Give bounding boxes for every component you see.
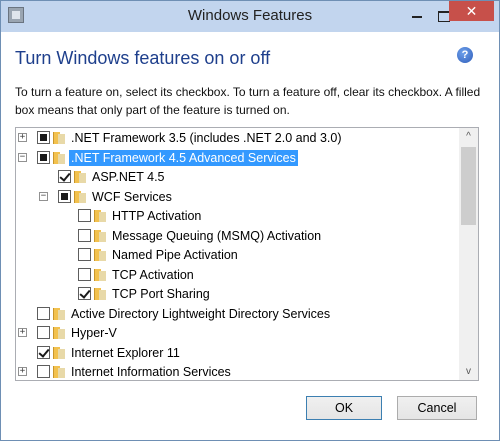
feature-row[interactable]: − WCF Services (16, 188, 459, 207)
folder-icon (94, 210, 107, 222)
feature-label[interactable]: Internet Explorer 11 (69, 345, 182, 361)
feature-label[interactable]: ASP.NET 4.5 (90, 169, 167, 185)
feature-label[interactable]: .NET Framework 3.5 (includes .NET 2.0 an… (69, 130, 343, 146)
folder-icon (53, 151, 66, 164)
close-button[interactable]: ✕ (449, 1, 494, 21)
folder-icon (53, 327, 66, 339)
feature-checkbox[interactable] (78, 287, 91, 300)
feature-label[interactable]: Internet Information Services (69, 364, 233, 380)
feature-row[interactable]: − .NET Framework 4.5 Advanced Services (16, 149, 459, 168)
scroll-down-icon[interactable]: v (459, 363, 478, 380)
feature-row[interactable]: + .NET Framework 3.5 (includes .NET 2.0 a… (16, 129, 459, 148)
feature-checkbox[interactable] (37, 306, 50, 320)
feature-row[interactable]: Message Queuing (MSMQ) Activation (16, 227, 459, 246)
cancel-button[interactable]: Cancel (397, 396, 477, 420)
expand-icon[interactable]: + (18, 367, 27, 376)
close-icon: ✕ (465, 3, 478, 19)
feature-label[interactable]: .NET Framework 4.5 Advanced Services (69, 149, 298, 166)
feature-label[interactable]: Hyper-V (69, 325, 119, 341)
feature-checkbox[interactable] (78, 267, 91, 281)
feature-label[interactable]: Message Queuing (MSMQ) Activation (110, 228, 323, 244)
feature-label[interactable]: HTTP Activation (110, 208, 203, 224)
folder-icon (94, 268, 107, 281)
expand-icon[interactable]: + (18, 133, 27, 142)
feature-checkbox[interactable] (78, 209, 91, 222)
feature-row[interactable]: HTTP Activation (16, 207, 459, 226)
feature-checkbox[interactable] (58, 189, 71, 203)
feature-checkbox[interactable] (37, 150, 50, 164)
feature-row[interactable]: Internet Explorer 11 (16, 344, 459, 363)
feature-row[interactable]: TCP Port Sharing (16, 285, 459, 304)
folder-icon (94, 229, 107, 242)
ok-button[interactable]: OK (306, 396, 382, 420)
feature-label[interactable]: Active Directory Lightweight Directory S… (69, 306, 332, 322)
title-bar[interactable]: Windows Features ✕ (1, 1, 499, 32)
feature-row[interactable]: ASP.NET 4.5 (16, 168, 459, 187)
feature-row[interactable]: + Hyper-V (16, 324, 459, 343)
description-text: To turn a feature on, select its checkbo… (15, 85, 481, 117)
feature-label[interactable]: WCF Services (90, 189, 174, 205)
folder-icon (74, 171, 87, 183)
feature-checkbox[interactable] (37, 365, 50, 378)
folder-icon (53, 366, 66, 378)
feature-row[interactable]: Named Pipe Activation (16, 246, 459, 265)
vertical-scrollbar[interactable]: ^ v (459, 128, 478, 380)
expand-icon[interactable]: + (18, 328, 27, 337)
help-icon[interactable]: ? (457, 47, 473, 63)
feature-checkbox[interactable] (58, 170, 71, 183)
feature-checkbox[interactable] (37, 345, 50, 359)
feature-checkbox[interactable] (37, 326, 50, 339)
page-title: Turn Windows features on or off (15, 48, 271, 68)
folder-icon (53, 346, 66, 359)
scroll-up-icon[interactable]: ^ (459, 128, 478, 145)
folder-icon (94, 288, 107, 300)
minimize-icon (411, 16, 422, 19)
scroll-thumb[interactable] (461, 147, 476, 225)
folder-icon (74, 190, 87, 203)
feature-row[interactable]: Active Directory Lightweight Directory S… (16, 305, 459, 324)
feature-checkbox[interactable] (78, 228, 91, 242)
feature-row[interactable]: TCP Activation (16, 266, 459, 285)
maximize-icon (437, 10, 450, 22)
folder-icon (94, 249, 107, 261)
feature-row[interactable]: + Internet Information Services (16, 363, 459, 380)
feature-label[interactable]: Named Pipe Activation (110, 247, 240, 263)
minimize-button[interactable] (403, 3, 430, 23)
feature-label[interactable]: TCP Activation (110, 267, 196, 283)
windows-features-dialog: Windows Features ✕ Turn Windows features… (0, 0, 500, 441)
feature-checkbox[interactable] (78, 248, 91, 261)
collapse-icon[interactable]: − (39, 191, 48, 201)
folder-icon (53, 132, 66, 144)
folder-icon (53, 307, 66, 320)
feature-checkbox[interactable] (37, 131, 50, 144)
feature-tree[interactable]: + .NET Framework 3.5 (includes .NET 2.0 a… (15, 127, 479, 381)
feature-label[interactable]: TCP Port Sharing (110, 286, 212, 302)
collapse-icon[interactable]: − (18, 152, 27, 162)
